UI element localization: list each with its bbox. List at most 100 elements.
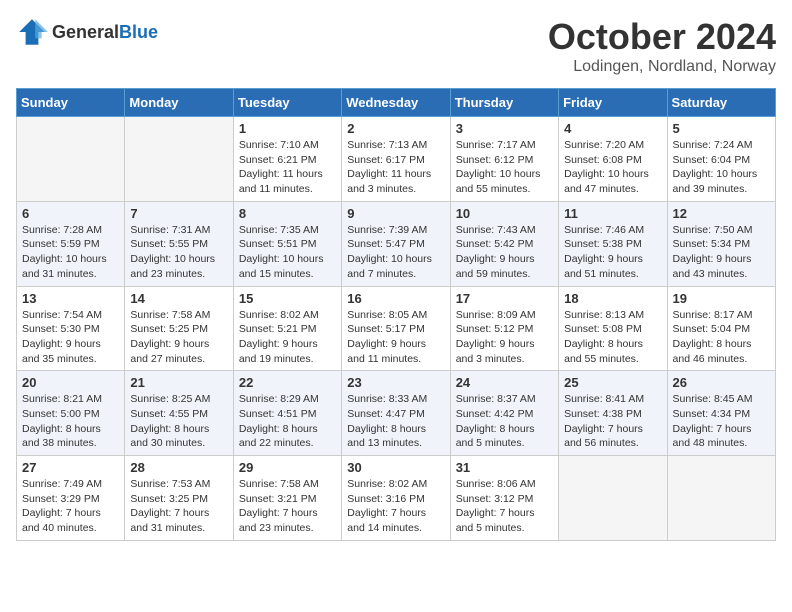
week-row-1: 1 Sunrise: 7:10 AMSunset: 6:21 PMDaylight…	[17, 117, 776, 202]
calendar-cell: 6 Sunrise: 7:28 AMSunset: 5:59 PMDaylight…	[17, 201, 125, 286]
calendar-cell: 14 Sunrise: 7:58 AMSunset: 5:25 PMDayligh…	[125, 286, 233, 371]
calendar-cell: 17 Sunrise: 8:09 AMSunset: 5:12 PMDayligh…	[450, 286, 558, 371]
calendar-cell: 7Sunrise: 7:31 AMSunset: 5:55 PMDaylight…	[125, 201, 233, 286]
weekday-header-row: SundayMondayTuesdayWednesdayThursdayFrid…	[17, 89, 776, 117]
day-number: 8	[239, 206, 336, 221]
day-number: 25	[564, 375, 661, 390]
day-info: Sunrise: 7:10 AMSunset: 6:21 PMDaylight:…	[239, 138, 336, 197]
weekday-header-wednesday: Wednesday	[342, 89, 450, 117]
calendar-cell: 30 Sunrise: 8:02 AMSunset: 3:16 PMDayligh…	[342, 456, 450, 541]
calendar-cell	[667, 456, 775, 541]
calendar-cell: 22 Sunrise: 8:29 AMSunset: 4:51 PMDayligh…	[233, 371, 341, 456]
day-number: 11	[564, 206, 661, 221]
day-info: Sunrise: 8:45 AMSunset: 4:34 PMDaylight:…	[673, 392, 770, 451]
calendar-cell: 15 Sunrise: 8:02 AMSunset: 5:21 PMDayligh…	[233, 286, 341, 371]
day-info: Sunrise: 7:39 AMSunset: 5:47 PMDaylight:…	[347, 223, 444, 282]
day-info: Sunrise: 8:09 AMSunset: 5:12 PMDaylight:…	[456, 308, 553, 367]
calendar-cell: 18 Sunrise: 8:13 AMSunset: 5:08 PMDayligh…	[559, 286, 667, 371]
logo-blue: Blue	[119, 22, 158, 42]
calendar-cell: 16 Sunrise: 8:05 AMSunset: 5:17 PMDayligh…	[342, 286, 450, 371]
calendar-cell: 29Sunrise: 7:58 AMSunset: 3:21 PMDayligh…	[233, 456, 341, 541]
day-info: Sunrise: 8:37 AMSunset: 4:42 PMDaylight:…	[456, 392, 553, 451]
day-info: Sunrise: 7:24 AMSunset: 6:04 PMDaylight:…	[673, 138, 770, 197]
day-info: Sunrise: 7:53 AMSunset: 3:25 PMDaylight:…	[130, 477, 227, 536]
week-row-4: 20 Sunrise: 8:21 AMSunset: 5:00 PMDayligh…	[17, 371, 776, 456]
day-info: Sunrise: 7:58 AMSunset: 5:25 PMDaylight:…	[130, 308, 227, 367]
page-header: GeneralBlue October 2024 Lodingen, Nordl…	[16, 16, 776, 76]
calendar-cell: 9 Sunrise: 7:39 AMSunset: 5:47 PMDaylight…	[342, 201, 450, 286]
day-number: 27	[22, 460, 119, 475]
day-info: Sunrise: 8:21 AMSunset: 5:00 PMDaylight:…	[22, 392, 119, 451]
calendar: SundayMondayTuesdayWednesdayThursdayFrid…	[16, 88, 776, 541]
weekday-header-friday: Friday	[559, 89, 667, 117]
day-info: Sunrise: 7:43 AMSunset: 5:42 PMDaylight:…	[456, 223, 553, 282]
day-info: Sunrise: 8:06 AMSunset: 3:12 PMDaylight:…	[456, 477, 553, 536]
month-title: October 2024	[548, 16, 776, 58]
week-row-5: 27 Sunrise: 7:49 AMSunset: 3:29 PMDayligh…	[17, 456, 776, 541]
day-number: 15	[239, 291, 336, 306]
calendar-cell: 1 Sunrise: 7:10 AMSunset: 6:21 PMDaylight…	[233, 117, 341, 202]
day-number: 6	[22, 206, 119, 221]
calendar-cell: 24 Sunrise: 8:37 AMSunset: 4:42 PMDayligh…	[450, 371, 558, 456]
day-number: 5	[673, 121, 770, 136]
day-number: 12	[673, 206, 770, 221]
day-info: Sunrise: 7:49 AMSunset: 3:29 PMDaylight:…	[22, 477, 119, 536]
day-number: 17	[456, 291, 553, 306]
day-number: 16	[347, 291, 444, 306]
day-number: 30	[347, 460, 444, 475]
day-info: Sunrise: 7:35 AMSunset: 5:51 PMDaylight:…	[239, 223, 336, 282]
calendar-cell: 2Sunrise: 7:13 AMSunset: 6:17 PMDaylight…	[342, 117, 450, 202]
logo-general: General	[52, 22, 119, 42]
day-info: Sunrise: 8:33 AMSunset: 4:47 PMDaylight:…	[347, 392, 444, 451]
day-info: Sunrise: 7:17 AMSunset: 6:12 PMDaylight:…	[456, 138, 553, 197]
day-number: 20	[22, 375, 119, 390]
calendar-cell: 25Sunrise: 8:41 AMSunset: 4:38 PMDayligh…	[559, 371, 667, 456]
calendar-cell: 12 Sunrise: 7:50 AMSunset: 5:34 PMDayligh…	[667, 201, 775, 286]
day-number: 13	[22, 291, 119, 306]
calendar-cell: 8 Sunrise: 7:35 AMSunset: 5:51 PMDaylight…	[233, 201, 341, 286]
day-number: 1	[239, 121, 336, 136]
calendar-cell: 3 Sunrise: 7:17 AMSunset: 6:12 PMDaylight…	[450, 117, 558, 202]
weekday-header-monday: Monday	[125, 89, 233, 117]
day-number: 29	[239, 460, 336, 475]
day-number: 19	[673, 291, 770, 306]
weekday-header-sunday: Sunday	[17, 89, 125, 117]
day-number: 28	[130, 460, 227, 475]
day-info: Sunrise: 8:02 AMSunset: 5:21 PMDaylight:…	[239, 308, 336, 367]
day-info: Sunrise: 8:29 AMSunset: 4:51 PMDaylight:…	[239, 392, 336, 451]
weekday-header-tuesday: Tuesday	[233, 89, 341, 117]
day-number: 22	[239, 375, 336, 390]
calendar-cell: 28 Sunrise: 7:53 AMSunset: 3:25 PMDayligh…	[125, 456, 233, 541]
logo: GeneralBlue	[16, 16, 158, 48]
calendar-cell	[559, 456, 667, 541]
day-info: Sunrise: 7:28 AMSunset: 5:59 PMDaylight:…	[22, 223, 119, 282]
day-number: 14	[130, 291, 227, 306]
day-info: Sunrise: 7:13 AMSunset: 6:17 PMDaylight:…	[347, 138, 444, 197]
day-info: Sunrise: 8:02 AMSunset: 3:16 PMDaylight:…	[347, 477, 444, 536]
calendar-cell: 21 Sunrise: 8:25 AMSunset: 4:55 PMDayligh…	[125, 371, 233, 456]
day-number: 31	[456, 460, 553, 475]
day-number: 21	[130, 375, 227, 390]
weekday-header-thursday: Thursday	[450, 89, 558, 117]
day-number: 3	[456, 121, 553, 136]
day-number: 24	[456, 375, 553, 390]
day-info: Sunrise: 8:05 AMSunset: 5:17 PMDaylight:…	[347, 308, 444, 367]
location: Lodingen, Nordland, Norway	[548, 58, 776, 76]
day-info: Sunrise: 7:50 AMSunset: 5:34 PMDaylight:…	[673, 223, 770, 282]
day-number: 7	[130, 206, 227, 221]
day-info: Sunrise: 8:13 AMSunset: 5:08 PMDaylight:…	[564, 308, 661, 367]
day-number: 4	[564, 121, 661, 136]
weekday-header-saturday: Saturday	[667, 89, 775, 117]
day-number: 18	[564, 291, 661, 306]
calendar-cell: 10Sunrise: 7:43 AMSunset: 5:42 PMDayligh…	[450, 201, 558, 286]
day-info: Sunrise: 8:25 AMSunset: 4:55 PMDaylight:…	[130, 392, 227, 451]
day-info: Sunrise: 7:46 AMSunset: 5:38 PMDaylight:…	[564, 223, 661, 282]
calendar-cell	[17, 117, 125, 202]
calendar-cell: 11 Sunrise: 7:46 AMSunset: 5:38 PMDayligh…	[559, 201, 667, 286]
calendar-cell: 4Sunrise: 7:20 AMSunset: 6:08 PMDaylight…	[559, 117, 667, 202]
day-number: 9	[347, 206, 444, 221]
calendar-cell	[125, 117, 233, 202]
calendar-cell: 19 Sunrise: 8:17 AMSunset: 5:04 PMDayligh…	[667, 286, 775, 371]
day-info: Sunrise: 8:17 AMSunset: 5:04 PMDaylight:…	[673, 308, 770, 367]
week-row-2: 6 Sunrise: 7:28 AMSunset: 5:59 PMDaylight…	[17, 201, 776, 286]
